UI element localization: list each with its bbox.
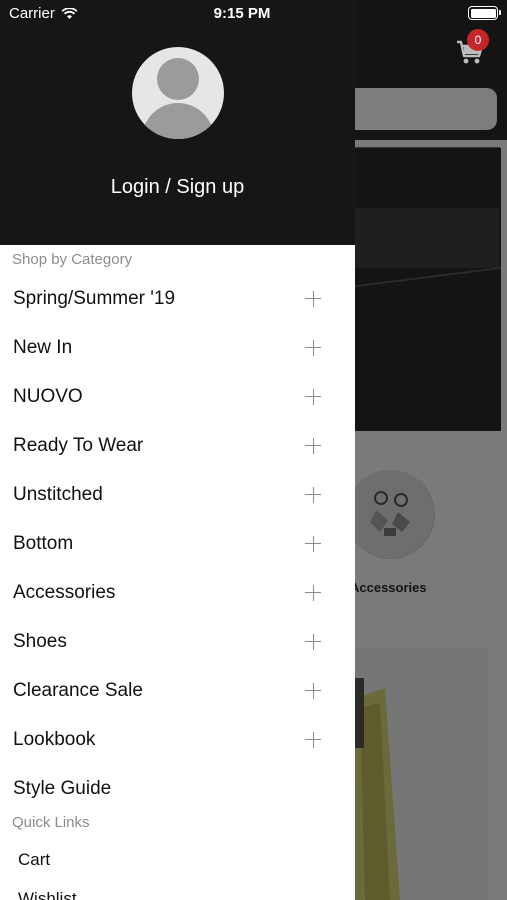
menu-item-label: Clearance Sale bbox=[13, 679, 143, 701]
quick-link-cart[interactable]: Cart bbox=[18, 850, 50, 870]
menu-item-clearance-sale[interactable]: Clearance Sale bbox=[0, 666, 355, 715]
quick-link-wishlist[interactable]: Wishlist bbox=[18, 889, 77, 900]
status-bar: Carrier 9:15 PM bbox=[0, 0, 507, 28]
menu-item-spring-summer-19[interactable]: Spring/Summer '19 bbox=[0, 274, 355, 323]
battery-icon bbox=[468, 6, 501, 20]
menu-item-accessories[interactable]: Accessories bbox=[0, 568, 355, 617]
drawer-header: Login / Sign up bbox=[0, 0, 355, 245]
plus-icon[interactable] bbox=[305, 731, 321, 748]
category-thumbnail[interactable] bbox=[346, 470, 435, 559]
menu-item-nuovo[interactable]: NUOVO bbox=[0, 372, 355, 421]
menu-item-label: Spring/Summer '19 bbox=[13, 287, 176, 309]
side-drawer: Login / Sign up Shop by Category Spring/… bbox=[0, 0, 355, 900]
shop-by-category-heading: Shop by Category bbox=[12, 251, 133, 268]
menu-item-label: Accessories bbox=[13, 581, 116, 603]
clock: 9:15 PM bbox=[213, 5, 271, 22]
menu-item-label: Shoes bbox=[13, 630, 67, 652]
menu-item-label: NUOVO bbox=[13, 385, 83, 407]
login-signup-link[interactable]: Login / Sign up bbox=[0, 176, 355, 199]
menu-item-label: New In bbox=[13, 336, 73, 358]
menu-item-new-in[interactable]: New In bbox=[0, 323, 355, 372]
plus-icon[interactable] bbox=[305, 682, 321, 699]
plus-icon[interactable] bbox=[305, 535, 321, 552]
plus-icon[interactable] bbox=[305, 584, 321, 601]
category-label: Accessories bbox=[350, 580, 427, 595]
menu-item-label: Style Guide bbox=[13, 777, 112, 799]
menu-item-lookbook[interactable]: Lookbook bbox=[0, 715, 355, 764]
plus-icon[interactable] bbox=[305, 437, 321, 454]
search-bar[interactable] bbox=[340, 88, 497, 130]
menu-item-label: Unstitched bbox=[13, 483, 103, 505]
plus-icon[interactable] bbox=[305, 388, 321, 405]
menu-item-unstitched[interactable]: Unstitched bbox=[0, 470, 355, 519]
earrings-image bbox=[346, 470, 434, 558]
plus-icon[interactable] bbox=[305, 486, 321, 503]
menu-item-style-guide[interactable]: Style Guide bbox=[0, 764, 355, 813]
menu-item-shoes[interactable]: Shoes bbox=[0, 617, 355, 666]
plus-icon[interactable] bbox=[305, 339, 321, 356]
menu-item-label: Bottom bbox=[13, 532, 74, 554]
product-photo bbox=[340, 648, 488, 900]
quick-links-heading: Quick Links bbox=[12, 814, 90, 831]
menu-item-bottom[interactable]: Bottom bbox=[0, 519, 355, 568]
product-image[interactable] bbox=[340, 648, 488, 900]
cart-badge: 0 bbox=[467, 29, 489, 51]
plus-icon[interactable] bbox=[305, 633, 321, 650]
banner-image bbox=[340, 148, 502, 431]
menu-item-label: Lookbook bbox=[13, 728, 96, 750]
menu-item-label: Ready To Wear bbox=[13, 434, 144, 456]
user-avatar-icon[interactable] bbox=[132, 47, 224, 139]
hero-banner[interactable] bbox=[340, 147, 502, 431]
menu-item-ready-to-wear[interactable]: Ready To Wear bbox=[0, 421, 355, 470]
plus-icon[interactable] bbox=[305, 290, 321, 307]
